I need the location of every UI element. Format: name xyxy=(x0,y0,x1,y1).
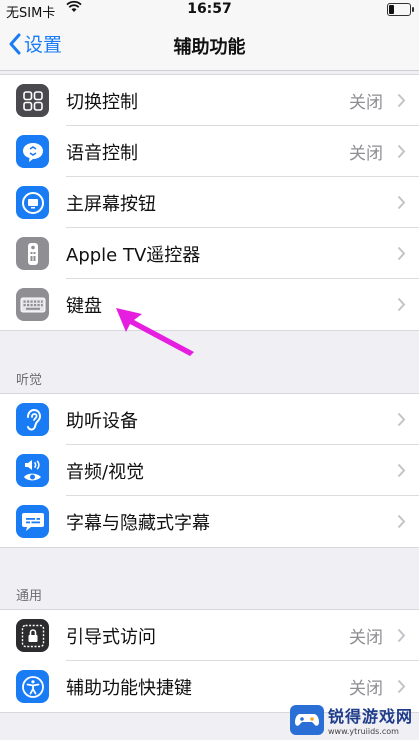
row-keyboard[interactable]: 键盘 xyxy=(0,279,419,330)
row-label: 主屏幕按钮 xyxy=(66,193,156,215)
row-label: 引导式访问 xyxy=(66,626,156,648)
general-group: 引导式访问 关闭 辅助功能快捷键 关闭 xyxy=(0,609,419,713)
tv-remote-icon xyxy=(16,237,49,270)
row-value: 关闭 xyxy=(349,628,383,648)
row-label: Apple TV遥控器 xyxy=(66,244,201,266)
chevron-right-icon xyxy=(397,463,406,478)
chevron-right-icon xyxy=(397,195,406,210)
row-label: 音频/视觉 xyxy=(66,461,145,483)
chevron-right-icon xyxy=(397,144,406,159)
chevron-right-icon xyxy=(397,628,406,643)
chevron-right-icon xyxy=(397,297,406,312)
row-subtitles-captioning[interactable]: 字幕与隐藏式字幕 xyxy=(0,496,419,547)
chevron-right-icon xyxy=(397,93,406,108)
row-label: 助听设备 xyxy=(66,410,138,432)
chevron-right-icon xyxy=(397,412,406,427)
row-apple-tv-remote[interactable]: Apple TV遥控器 xyxy=(0,228,419,279)
chevron-right-icon xyxy=(397,514,406,529)
status-bar: 无SIM卡 16:57 xyxy=(0,0,419,21)
guided-access-icon xyxy=(16,619,49,652)
battery-icon xyxy=(387,3,414,16)
navigation-bar: 设置 辅助功能 xyxy=(0,20,419,71)
row-home-button[interactable]: 主屏幕按钮 xyxy=(0,177,419,228)
row-value: 关闭 xyxy=(349,144,383,164)
watermark-name: 锐得游戏网 xyxy=(327,707,413,726)
gamepad-logo-icon xyxy=(289,704,324,735)
row-label: 切换控制 xyxy=(66,91,138,113)
subtitles-icon xyxy=(16,505,49,538)
watermark-url: www.ytruiids.com xyxy=(327,727,399,736)
chevron-right-icon xyxy=(397,679,406,694)
accessibility-shortcut-icon xyxy=(16,670,49,703)
watermark: 锐得游戏网 www.ytruiids.com xyxy=(289,703,413,736)
home-button-icon xyxy=(16,186,49,219)
row-value: 关闭 xyxy=(349,93,383,113)
row-audio-visual[interactable]: 音频/视觉 xyxy=(0,445,419,496)
row-switch-control[interactable]: 切换控制 关闭 xyxy=(0,75,419,126)
row-guided-access[interactable]: 引导式访问 关闭 xyxy=(0,610,419,661)
hearing-ear-icon xyxy=(16,403,49,436)
section-header-general: 通用 xyxy=(16,589,43,604)
chevron-right-icon xyxy=(397,246,406,261)
row-label: 语音控制 xyxy=(66,142,138,164)
switch-control-icon xyxy=(16,84,49,117)
section-header-hearing: 听觉 xyxy=(16,373,43,388)
audio-visual-icon xyxy=(16,454,49,487)
row-value: 关闭 xyxy=(349,679,383,699)
row-voice-control[interactable]: 语音控制 关闭 xyxy=(0,126,419,177)
clock: 16:57 xyxy=(187,1,232,17)
voice-control-icon xyxy=(16,135,49,168)
motor-settings-group: 切换控制 关闭 语音控制 关闭 主屏幕按钮 Apple TV遥控器 键盘 xyxy=(0,74,419,331)
row-label: 键盘 xyxy=(66,295,102,317)
row-hearing-devices[interactable]: 助听设备 xyxy=(0,394,419,445)
page-title: 辅助功能 xyxy=(173,37,246,58)
row-label: 字幕与隐藏式字幕 xyxy=(66,512,210,534)
keyboard-icon xyxy=(16,288,49,321)
annotation-arrow xyxy=(116,308,194,356)
row-label: 辅助功能快捷键 xyxy=(66,677,192,699)
hearing-group: 助听设备 音频/视觉 字幕与隐藏式字幕 xyxy=(0,393,419,548)
